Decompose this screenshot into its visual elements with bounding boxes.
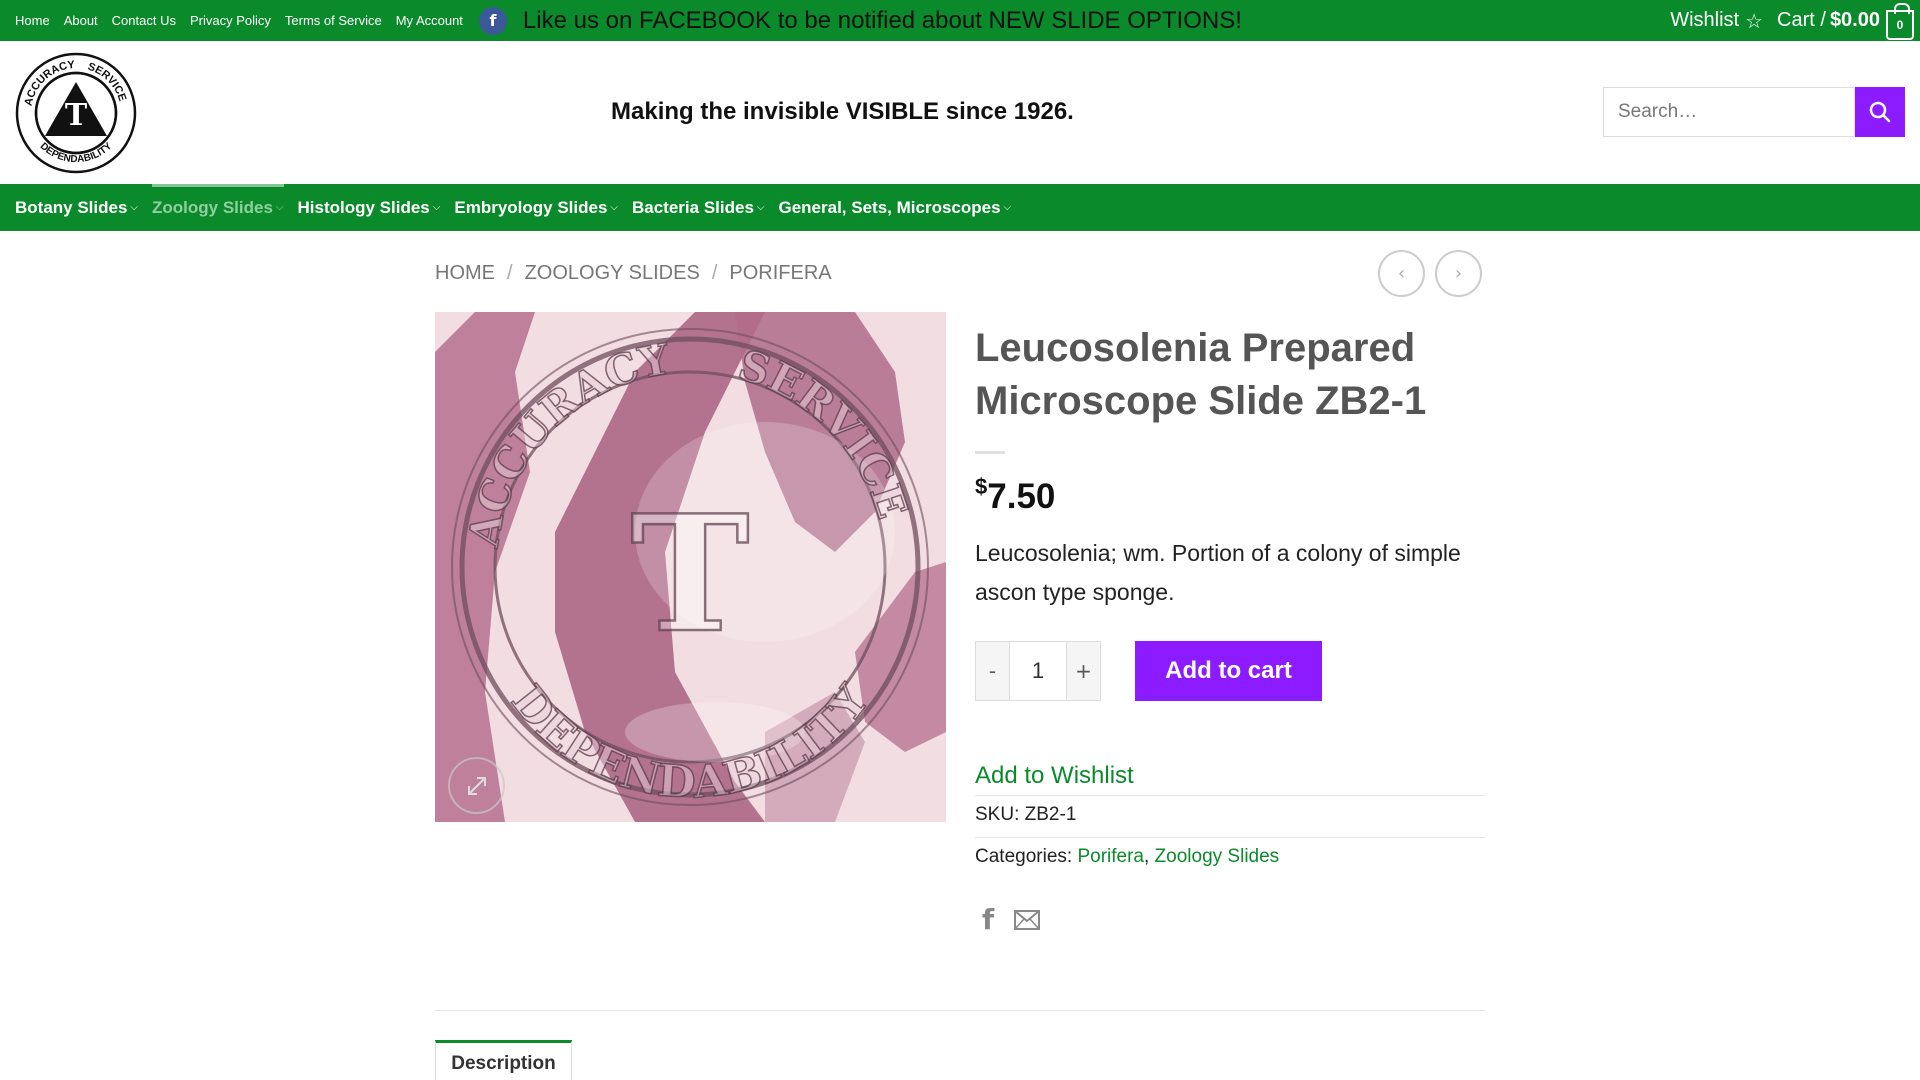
site-tagline: Making the invisible VISIBLE since 1926.	[611, 98, 1074, 125]
search-form	[1603, 87, 1905, 137]
cart-count: 0	[1896, 17, 1904, 32]
chevron-down-icon: ⌵	[130, 202, 139, 213]
tabs-divider	[435, 1010, 1485, 1011]
expand-icon	[467, 776, 486, 795]
quantity-minus-button[interactable]: -	[976, 642, 1009, 700]
nav-bacteria-slides[interactable]: Bacteria Slides ⌵	[632, 184, 765, 231]
main-nav: Botany Slides ⌵ Zoology Slides ⌵ Histology…	[0, 184, 1920, 231]
quantity-stepper: - +	[975, 641, 1101, 701]
cart-label: Cart /	[1777, 9, 1826, 31]
search-input[interactable]	[1603, 87, 1855, 137]
add-to-cart-button[interactable]: Add to cart	[1135, 641, 1322, 701]
nav-label: Zoology Slides	[152, 197, 273, 217]
facebook-share-icon[interactable]: f	[982, 903, 994, 936]
top-right-actions: Wishlist ☆ Cart / $0.00 0	[1670, 0, 1920, 41]
categories-label: Categories:	[975, 846, 1073, 867]
top-bar: Home About Contact Us Privacy Policy Ter…	[0, 0, 1920, 41]
breadcrumb-home[interactable]: HOME	[435, 262, 495, 285]
nav-zoology-slides[interactable]: Zoology Slides ⌵	[152, 184, 284, 231]
top-link-terms[interactable]: Terms of Service	[285, 13, 382, 28]
nav-label: General, Sets, Microscopes	[778, 197, 1001, 217]
star-icon: ☆	[1745, 8, 1764, 33]
product-title: Leucosolenia Prepared Microscope Slide Z…	[975, 326, 1427, 423]
search-button[interactable]	[1855, 87, 1905, 137]
top-link-about[interactable]: About	[64, 13, 98, 28]
search-icon	[1869, 101, 1891, 123]
nav-histology-slides[interactable]: Histology Slides ⌵	[298, 184, 441, 231]
title-divider	[975, 451, 1005, 454]
cart-total: $0.00	[1829, 9, 1880, 31]
nav-label: Botany Slides	[15, 197, 128, 217]
chevron-down-icon: ⌵	[756, 202, 765, 213]
next-product-button[interactable]: ›	[1435, 250, 1482, 297]
logo-letter: T	[65, 98, 88, 133]
site-logo[interactable]: T ACCURACY SERVICE DEPENDABILITY	[15, 52, 137, 174]
cart-link[interactable]: Cart / $0.00 0	[1777, 2, 1920, 40]
wishlist-label: Wishlist	[1670, 9, 1740, 31]
share-icons: f	[982, 903, 1041, 936]
product-sku: SKU: ZB2-1	[975, 804, 1076, 826]
top-nav: Home About Contact Us Privacy Policy Ter…	[15, 6, 1242, 35]
nav-general-sets-microscopes[interactable]: General, Sets, Microscopes ⌵	[779, 184, 1012, 231]
image-zoom-button[interactable]	[448, 757, 505, 814]
price-amount: 7.50	[987, 477, 1056, 516]
tab-description[interactable]: Description	[435, 1040, 572, 1080]
cart-bag-icon: 0	[1886, 2, 1914, 40]
nav-botany-slides[interactable]: Botany Slides ⌵	[15, 184, 138, 231]
quantity-input[interactable]	[1009, 642, 1067, 700]
category-link-zoology-slides[interactable]: Zoology Slides	[1155, 846, 1280, 867]
top-link-home[interactable]: Home	[15, 13, 50, 28]
breadcrumb-separator: /	[711, 262, 718, 284]
chevron-down-icon: ⌵	[1003, 202, 1012, 213]
facebook-promo-text: Like us on FACEBOOK to be notified about…	[522, 6, 1242, 34]
breadcrumb: HOME / ZOOLOGY SLIDES / PORIFERA	[435, 262, 832, 285]
price-currency: $	[975, 474, 988, 499]
top-link-contact[interactable]: Contact Us	[112, 13, 176, 28]
sku-value: ZB2-1	[1024, 804, 1077, 825]
product-short-description: Leucosolenia; wm. Portion of a colony of…	[975, 540, 1461, 605]
nav-label: Bacteria Slides	[632, 197, 754, 217]
meta-divider	[975, 795, 1485, 796]
nav-label: Histology Slides	[297, 197, 430, 217]
breadcrumb-separator: /	[507, 262, 513, 284]
watermark-letter: T	[630, 480, 749, 668]
slide-micrograph: T ACCURACY SERVICE DEPENDABILITY	[435, 312, 946, 822]
top-link-privacy[interactable]: Privacy Policy	[190, 13, 271, 28]
facebook-icon[interactable]: f	[478, 6, 507, 35]
chevron-down-icon: ⌵	[275, 202, 284, 213]
chevron-down-icon: ⌵	[610, 202, 618, 213]
breadcrumb-porifera[interactable]: PORIFERA	[729, 262, 831, 285]
chevron-down-icon: ⌵	[432, 202, 441, 213]
wishlist-link[interactable]: Wishlist ☆	[1670, 9, 1763, 33]
previous-product-button[interactable]: ‹	[1378, 250, 1425, 297]
email-icon[interactable]	[1014, 909, 1041, 930]
site-header: T ACCURACY SERVICE DEPENDABILITY Making …	[0, 41, 1920, 184]
top-link-account[interactable]: My Account	[396, 13, 463, 28]
product-image[interactable]: T ACCURACY SERVICE DEPENDABILITY	[435, 312, 946, 822]
chevron-right-icon: ›	[1454, 263, 1463, 284]
chevron-left-icon: ‹	[1397, 263, 1406, 284]
product-price: $7.50	[975, 474, 1055, 517]
breadcrumb-zoology-slides[interactable]: ZOOLOGY SLIDES	[525, 262, 700, 285]
quantity-plus-button[interactable]: +	[1067, 642, 1100, 700]
nav-embryology-slides[interactable]: Embryology Slides ⌵	[454, 184, 618, 231]
sku-label: SKU:	[975, 804, 1020, 825]
product-categories: Categories: Porifera, Zoology Slides	[975, 846, 1280, 867]
category-link-porifera[interactable]: Porifera	[1077, 846, 1144, 867]
add-to-wishlist-link[interactable]: Add to Wishlist	[975, 762, 1134, 790]
meta-divider	[975, 837, 1485, 838]
nav-label: Embryology Slides	[454, 197, 608, 217]
